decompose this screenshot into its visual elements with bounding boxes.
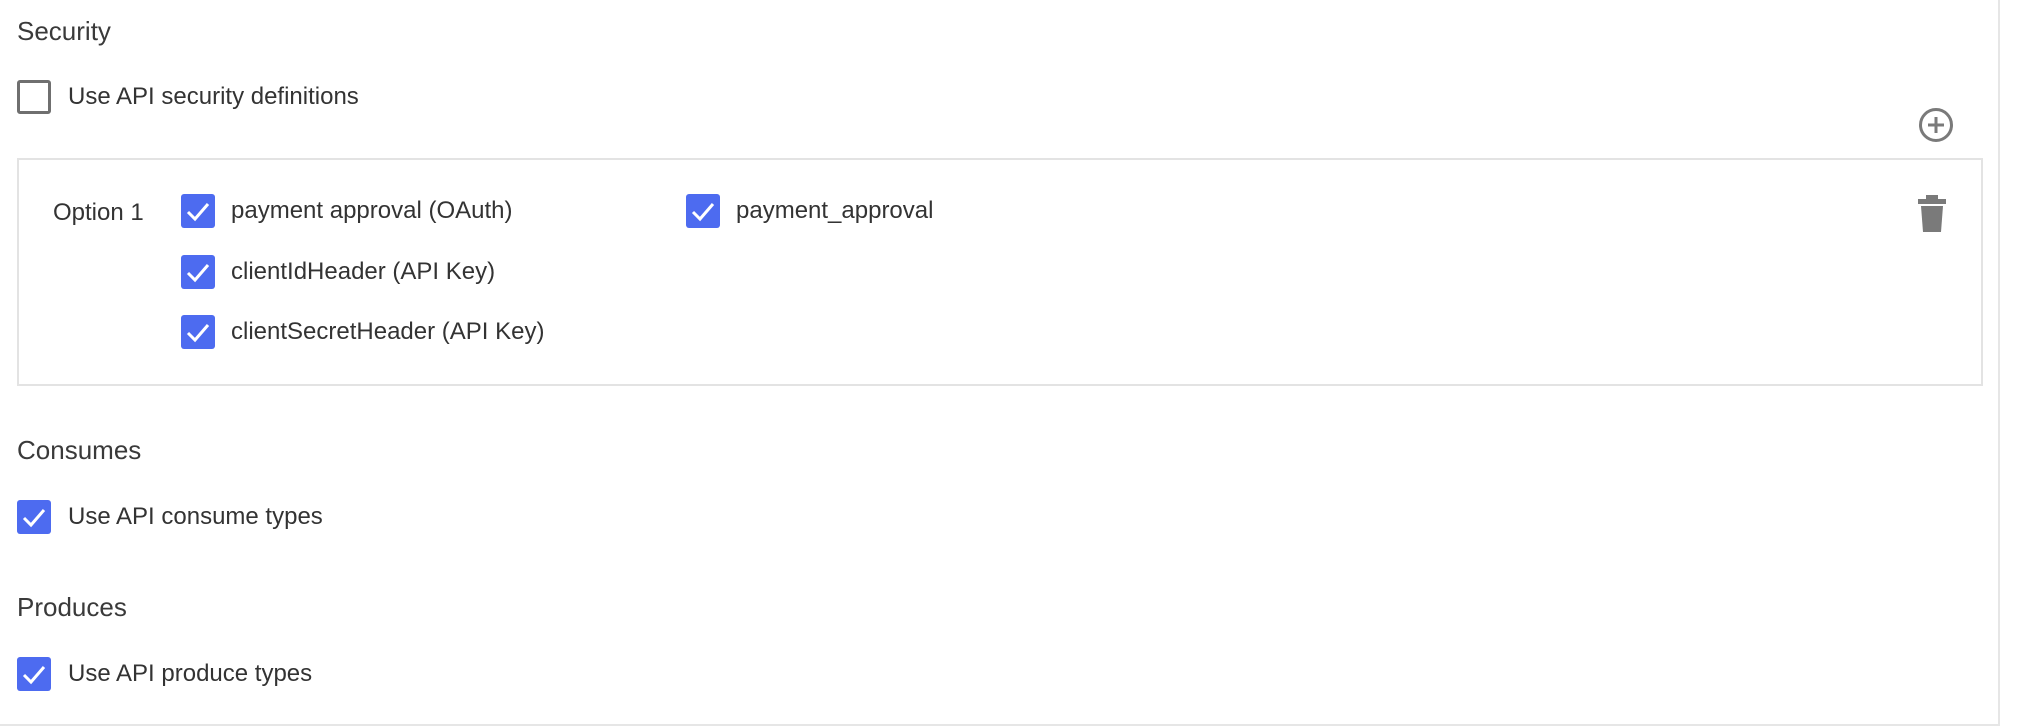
use-consume-types-label: Use API consume types: [68, 503, 323, 530]
checkmark-icon: [691, 203, 715, 222]
checkmark-icon: [22, 509, 46, 528]
use-produce-types-label: Use API produce types: [68, 660, 313, 687]
settings-panel: Security Use API security definitions Op…: [0, 0, 2000, 726]
use-consume-types-checkbox[interactable]: [17, 500, 51, 534]
option-item-label: clientSecretHeader (API Key): [231, 318, 545, 345]
checkmark-icon: [186, 324, 210, 343]
consumes-title: Consumes: [17, 435, 142, 465]
option-item-checkbox-payment-approval-oauth[interactable]: [181, 194, 215, 228]
checkmark-icon: [22, 666, 46, 685]
security-title: Security: [17, 16, 111, 46]
checkmark-icon: [186, 203, 210, 222]
option-label: Option 1: [53, 199, 144, 226]
option-item-label: clientIdHeader (API Key): [231, 258, 496, 285]
use-security-definitions-checkbox[interactable]: [17, 80, 51, 114]
trash-icon: [1918, 195, 1946, 232]
option-item-label: payment_approval: [736, 197, 934, 224]
use-security-definitions-label: Use API security definitions: [68, 83, 359, 110]
add-option-button[interactable]: [1918, 107, 1954, 143]
delete-option-button[interactable]: [1916, 194, 1948, 234]
option-item-label: payment approval (OAuth): [231, 197, 513, 224]
option-item-checkbox-client-id-header[interactable]: [181, 255, 215, 289]
option-item-checkbox-payment-approval[interactable]: [686, 194, 720, 228]
plus-circle-icon: [1919, 108, 1953, 142]
produces-title: Produces: [17, 592, 127, 622]
use-produce-types-checkbox[interactable]: [17, 657, 51, 691]
checkmark-icon: [186, 264, 210, 283]
option-item-checkbox-client-secret-header[interactable]: [181, 315, 215, 349]
